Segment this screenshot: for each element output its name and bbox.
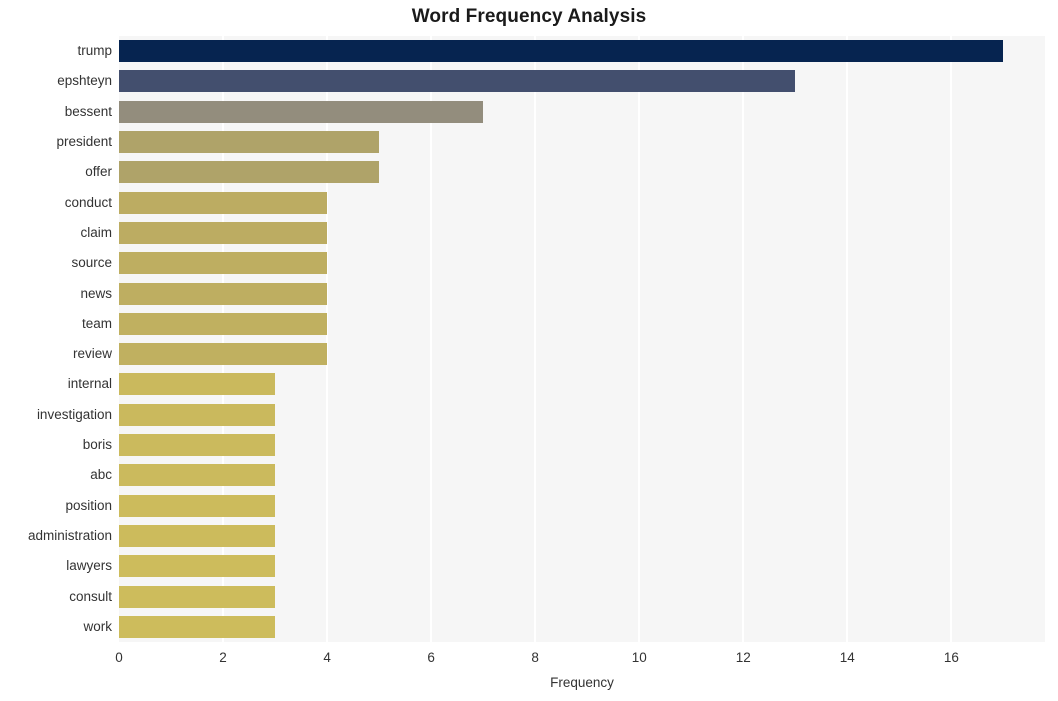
- gridline: [326, 36, 329, 642]
- bar: [119, 283, 328, 305]
- x-axis-tick-label: 10: [631, 650, 647, 665]
- x-axis-tick-label: 6: [427, 650, 435, 665]
- bar: [119, 70, 796, 92]
- y-axis-tick-label: review: [72, 346, 112, 361]
- y-axis-tick-label: administration: [27, 528, 112, 543]
- bar: [119, 131, 380, 153]
- bar: [119, 161, 380, 183]
- bar: [119, 373, 276, 395]
- gridline: [950, 36, 953, 642]
- bar: [119, 495, 276, 517]
- y-axis-tick-label: internal: [67, 376, 112, 391]
- y-axis-tick-label: lawyers: [66, 558, 112, 573]
- y-axis-tick-label: investigation: [36, 407, 112, 422]
- x-axis-tick-label: 2: [219, 650, 227, 665]
- x-axis-tick-label: 14: [839, 650, 855, 665]
- y-axis-tick-label: president: [56, 134, 112, 149]
- y-axis-tick-labels: trump epshteyn bessent president offer conduc…: [0, 36, 112, 642]
- bar: [119, 252, 328, 274]
- gridline: [430, 36, 433, 642]
- x-axis-tick-label: 0: [115, 650, 123, 665]
- x-axis-tick-label: 8: [531, 650, 539, 665]
- y-axis-tick-label: news: [80, 286, 112, 301]
- bar: [119, 404, 276, 426]
- gridline: [534, 36, 537, 642]
- gridline: [742, 36, 745, 642]
- bar: [119, 464, 276, 486]
- bar: [119, 192, 328, 214]
- y-axis-tick-label: boris: [82, 437, 112, 452]
- bar: [119, 313, 328, 335]
- y-axis-tick-label: bessent: [64, 104, 112, 119]
- chart-title: Word Frequency Analysis: [411, 6, 647, 27]
- x-axis-tick-label: 4: [323, 650, 331, 665]
- plot-area: [119, 36, 1045, 642]
- y-axis-tick-label: work: [83, 619, 112, 634]
- bar: [119, 434, 276, 456]
- bar: [119, 343, 328, 365]
- y-axis-tick-label: offer: [85, 164, 112, 179]
- bar: [119, 40, 1004, 62]
- x-axis-tick-labels: 0 2 4 6 8 10 12 14 16: [0, 650, 1058, 670]
- y-axis-tick-label: conduct: [64, 195, 112, 210]
- bar: [119, 101, 484, 123]
- y-axis-tick-label: claim: [80, 225, 112, 240]
- bar: [119, 555, 276, 577]
- y-axis-tick-label: consult: [69, 589, 112, 604]
- y-axis-tick-label: source: [71, 255, 112, 270]
- bar: [119, 525, 276, 547]
- x-axis-title: Frequency: [550, 675, 614, 690]
- bar: [119, 222, 328, 244]
- x-axis-tick-label: 12: [735, 650, 751, 665]
- gridline: [846, 36, 849, 642]
- bar: [119, 616, 276, 638]
- gridline: [222, 36, 225, 642]
- gridline: [638, 36, 641, 642]
- word-frequency-bar-chart: Word Frequency Analysis trump epshteyn bes…: [0, 0, 1058, 701]
- y-axis-tick-label: abc: [90, 467, 112, 482]
- y-axis-tick-label: epshteyn: [57, 73, 112, 88]
- y-axis-tick-label: team: [81, 316, 112, 331]
- x-axis-tick-label: 16: [943, 650, 959, 665]
- y-axis-tick-label: trump: [77, 43, 112, 58]
- y-axis-tick-label: position: [65, 498, 112, 513]
- bar: [119, 586, 276, 608]
